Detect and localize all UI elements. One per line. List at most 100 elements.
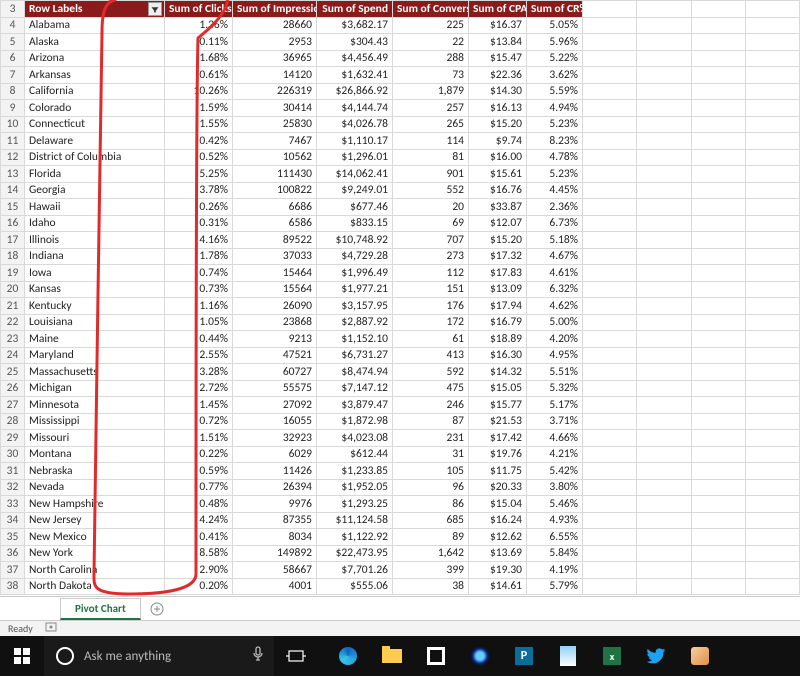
row-header[interactable]: 26 [1,380,25,397]
cell-cr[interactable]: 4.66% [527,430,583,447]
cell-impressions[interactable]: 11426 [233,463,317,480]
cell-spend[interactable]: $1,977.21 [317,281,393,298]
cell-cpa[interactable]: $14.30 [469,83,527,100]
pivot-row-labels-header[interactable]: Row Labels [25,1,165,18]
cell-cpa[interactable]: $13.69 [469,545,527,562]
cell-cr[interactable]: 4.62% [527,298,583,315]
cell-cr[interactable]: 6.55% [527,529,583,546]
cell-clicks[interactable]: 1.36% [165,17,233,34]
cell-cpa[interactable]: $18.89 [469,331,527,348]
cell-spend[interactable]: $4,729.28 [317,248,393,265]
cell-spend[interactable]: $22,473.95 [317,545,393,562]
cell-label[interactable]: Idaho [25,215,165,232]
cell-cpa[interactable]: $14.61 [469,578,527,595]
cell-clicks[interactable]: 0.31% [165,215,233,232]
cell-cr[interactable]: 4.94% [527,100,583,117]
row-header[interactable]: 3 [1,1,25,18]
cell-conversions[interactable]: 685 [393,512,469,529]
cell-clicks[interactable]: 0.26% [165,199,233,216]
cell-conversions[interactable]: 1,879 [393,83,469,100]
cell-spend[interactable]: $304.43 [317,34,393,51]
cell-impressions[interactable]: 36965 [233,50,317,67]
cell-spend[interactable]: $2,887.92 [317,314,393,331]
row-header[interactable]: 29 [1,430,25,447]
cell-cpa[interactable]: $15.05 [469,380,527,397]
cell-clicks[interactable]: 0.61% [165,67,233,84]
taskbar-app-file-explorer[interactable] [370,636,414,676]
spreadsheet-grid[interactable]: 3Row LabelsSum of ClicksSum of Impressio… [0,0,800,596]
cell-conversions[interactable]: 246 [393,397,469,414]
cell-clicks[interactable]: 0.42% [165,133,233,150]
cell-impressions[interactable]: 100822 [233,182,317,199]
cortana-search[interactable]: Ask me anything [44,636,274,676]
taskbar-app-store[interactable] [414,636,458,676]
row-header[interactable]: 25 [1,364,25,381]
cell-cr[interactable]: 4.78% [527,149,583,166]
taskbar-app-excel[interactable]: x [590,636,634,676]
cell-cr[interactable]: 4.19% [527,562,583,579]
row-header[interactable]: 30 [1,446,25,463]
cell-label[interactable]: Kentucky [25,298,165,315]
cell-label[interactable]: Minnesota [25,397,165,414]
cell-conversions[interactable]: 87 [393,413,469,430]
cell-label[interactable]: Maryland [25,347,165,364]
pivot-col-header[interactable]: Sum of Clicks [165,1,233,18]
cell-impressions[interactable]: 6586 [233,215,317,232]
taskbar-app-p[interactable]: P [502,636,546,676]
cell-conversions[interactable]: 707 [393,232,469,249]
cell-impressions[interactable]: 9213 [233,331,317,348]
cell-spend[interactable]: $1,872.98 [317,413,393,430]
cell-cpa[interactable]: $15.77 [469,397,527,414]
cell-impressions[interactable]: 7467 [233,133,317,150]
cell-cpa[interactable]: $12.07 [469,215,527,232]
cell-label[interactable]: District of Columbia [25,149,165,166]
cell-label[interactable]: New Jersey [25,512,165,529]
cell-spend[interactable]: $1,293.25 [317,496,393,513]
cell-spend[interactable]: $833.15 [317,215,393,232]
cell-clicks[interactable]: 0.72% [165,413,233,430]
cell-cr[interactable]: 6.32% [527,281,583,298]
cell-cpa[interactable]: $16.37 [469,17,527,34]
cell-clicks[interactable]: 4.24% [165,512,233,529]
row-header[interactable]: 17 [1,232,25,249]
cell-conversions[interactable]: 288 [393,50,469,67]
cell-cr[interactable]: 4.93% [527,512,583,529]
cell-cpa[interactable]: $13.84 [469,34,527,51]
cell-impressions[interactable]: 60727 [233,364,317,381]
cell-cr[interactable]: 5.79% [527,578,583,595]
cell-impressions[interactable]: 8034 [233,529,317,546]
cell-cpa[interactable]: $33.87 [469,199,527,216]
row-header[interactable]: 13 [1,166,25,183]
cell-label[interactable]: Mississippi [25,413,165,430]
cell-clicks[interactable]: 0.11% [165,34,233,51]
cell-spend[interactable]: $4,456.49 [317,50,393,67]
taskbar-app-notes[interactable] [546,636,590,676]
row-header[interactable]: 24 [1,347,25,364]
cell-spend[interactable]: $3,157.95 [317,298,393,315]
cell-label[interactable]: New Mexico [25,529,165,546]
cell-impressions[interactable]: 47521 [233,347,317,364]
cell-impressions[interactable]: 16055 [233,413,317,430]
row-header[interactable]: 12 [1,149,25,166]
cell-conversions[interactable]: 172 [393,314,469,331]
taskbar-app-edge[interactable] [326,636,370,676]
cell-cr[interactable]: 5.42% [527,463,583,480]
cell-clicks[interactable]: 5.25% [165,166,233,183]
cell-cpa[interactable]: $15.61 [469,166,527,183]
cell-clicks[interactable]: 0.22% [165,446,233,463]
cell-cr[interactable]: 5.84% [527,545,583,562]
cell-impressions[interactable]: 14120 [233,67,317,84]
cell-spend[interactable]: $555.06 [317,578,393,595]
row-header[interactable]: 7 [1,67,25,84]
row-header[interactable]: 8 [1,83,25,100]
cell-spend[interactable]: $677.46 [317,199,393,216]
pivot-col-header[interactable]: Sum of Conversions [393,1,469,18]
cell-label[interactable]: California [25,83,165,100]
cell-spend[interactable]: $10,748.92 [317,232,393,249]
cell-conversions[interactable]: 38 [393,578,469,595]
cell-cr[interactable]: 5.59% [527,83,583,100]
cell-conversions[interactable]: 112 [393,265,469,282]
cell-cpa[interactable]: $15.04 [469,496,527,513]
row-header[interactable]: 20 [1,281,25,298]
cell-clicks[interactable]: 0.41% [165,529,233,546]
